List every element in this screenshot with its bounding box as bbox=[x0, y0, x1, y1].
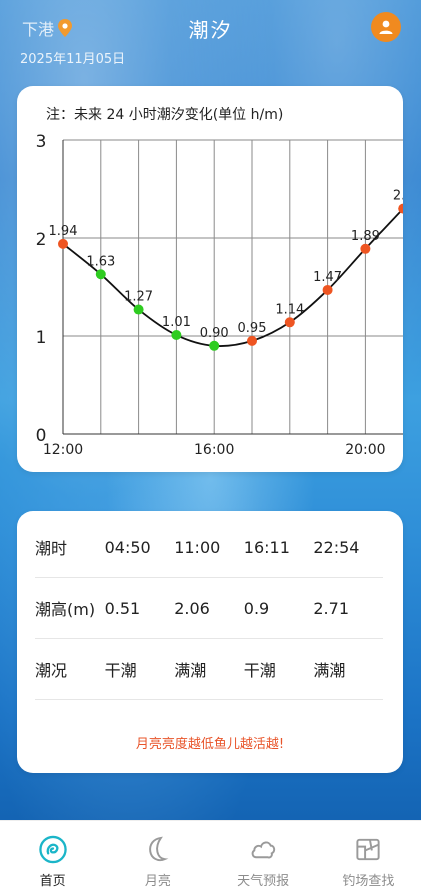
tide-cell: 16:11 bbox=[243, 537, 290, 557]
tab-fishing-spots[interactable]: 钓场查找 bbox=[316, 821, 421, 889]
tide-table-row: 潮时 04:50 11:00 16:11 22:54 bbox=[35, 517, 383, 578]
tide-value-label: 1.47 bbox=[313, 270, 342, 285]
tide-value-label: 1.94 bbox=[49, 224, 78, 239]
tab-moon-label: 月亮 bbox=[144, 874, 171, 889]
tide-point bbox=[95, 269, 106, 280]
tide-table-card: 潮时 04:50 11:00 16:11 22:54 潮高(m) 0.51 2.06 0.9 2.… bbox=[17, 511, 403, 773]
tide-chart: 012312:00 16:00 20:001.941.631.271.010.90 0… bbox=[36, 132, 414, 458]
tide-cell: 11:00 bbox=[174, 537, 221, 557]
tab-moon[interactable]: 月亮 bbox=[105, 821, 210, 889]
tide-point bbox=[247, 335, 257, 346]
tide-value-label: 1.01 bbox=[162, 315, 191, 330]
tab-fishing-spots-label: 钓场查找 bbox=[342, 874, 395, 889]
tab-home-label: 首页 bbox=[39, 874, 66, 889]
tide-cell: 满潮 bbox=[313, 661, 346, 680]
cloud-icon bbox=[251, 841, 276, 859]
y-tick-label: 2 bbox=[36, 230, 47, 250]
tide-value-label: 2.3 bbox=[393, 189, 414, 204]
moon-icon bbox=[149, 836, 169, 862]
tide-value-label: 1.89 bbox=[351, 229, 380, 244]
tide-point bbox=[284, 317, 295, 328]
tide-table-row: 潮高(m) 0.51 2.06 0.9 2.71 bbox=[35, 578, 383, 639]
tab-weather-label: 天气预报 bbox=[237, 874, 290, 889]
tide-row-label: 潮况 bbox=[35, 661, 68, 680]
tide-row-label: 潮时 bbox=[35, 539, 68, 558]
tide-point bbox=[360, 243, 371, 254]
tide-value-label: 0.90 bbox=[200, 326, 229, 341]
tide-cell: 满潮 bbox=[174, 661, 207, 680]
tide-row-label: 潮高(m) bbox=[35, 600, 96, 619]
x-tick-label: 12:00 bbox=[43, 442, 83, 458]
y-tick-label: 1 bbox=[36, 328, 47, 348]
tide-cell: 0.51 bbox=[104, 598, 141, 618]
tide-point bbox=[209, 340, 220, 351]
tide-value-label: 1.14 bbox=[275, 302, 304, 317]
tide-value-label: 1.27 bbox=[124, 290, 153, 305]
tide-cell: 干潮 bbox=[243, 661, 276, 680]
tide-point bbox=[398, 203, 403, 214]
tide-cell: 2.71 bbox=[313, 598, 349, 618]
tide-point bbox=[133, 304, 144, 315]
tide-value-label: 0.95 bbox=[238, 321, 267, 336]
tide-point bbox=[58, 238, 68, 249]
bottom-tab-bar: 首页 月亮 天气预报 钓场查找 bbox=[0, 820, 421, 889]
x-tick-label: 16:00 bbox=[194, 442, 234, 458]
tide-cell: 22:54 bbox=[313, 537, 360, 557]
tide-point bbox=[171, 330, 182, 341]
home-swirl-icon bbox=[38, 835, 67, 864]
tab-home[interactable]: 首页 bbox=[0, 821, 105, 889]
tide-point bbox=[322, 284, 333, 295]
map-icon bbox=[356, 838, 380, 861]
tab-weather[interactable]: 天气预报 bbox=[211, 821, 316, 889]
tide-table-row: 潮况 干潮 满潮 干潮 满潮 bbox=[35, 639, 383, 700]
tide-cell: 干潮 bbox=[104, 661, 137, 680]
tide-value-label: 1.63 bbox=[86, 254, 115, 269]
y-tick-label: 3 bbox=[36, 132, 47, 152]
tide-cell: 04:50 bbox=[104, 537, 151, 557]
fishing-tip: 月亮亮度越低鱼儿越活越! bbox=[135, 737, 285, 752]
x-tick-label: 20:00 bbox=[345, 442, 385, 458]
tide-cell: 0.9 bbox=[243, 598, 270, 618]
tide-cell: 2.06 bbox=[174, 598, 210, 618]
